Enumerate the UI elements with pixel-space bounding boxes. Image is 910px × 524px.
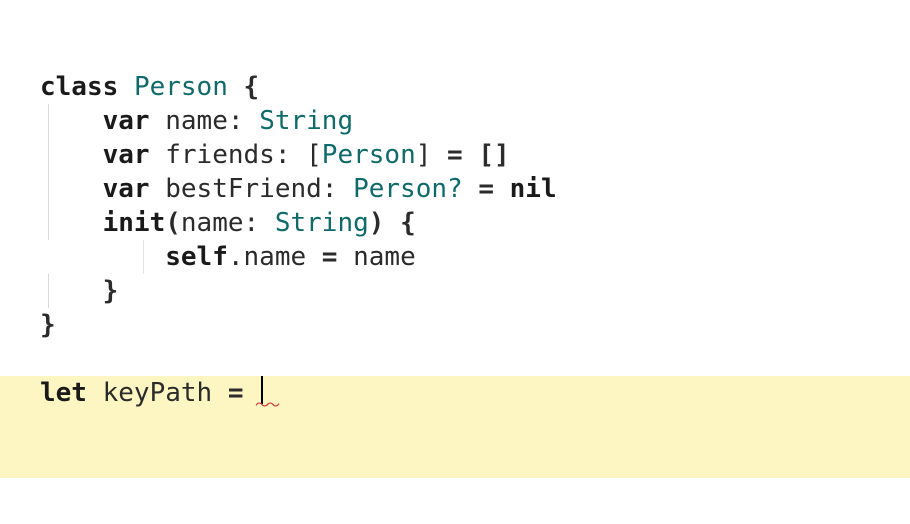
- indent: [40, 140, 103, 170]
- identifier: keyPath: [87, 378, 212, 408]
- keyword-self: self: [165, 242, 228, 272]
- assign: =: [463, 174, 510, 204]
- indent: [40, 174, 103, 204]
- identifier: bestFriend: [150, 174, 322, 204]
- brace-open: {: [228, 72, 259, 102]
- identifier: name: [353, 242, 416, 272]
- keyword-var: var: [103, 106, 150, 136]
- param-name: name: [181, 208, 244, 238]
- member-access: .name: [228, 242, 306, 272]
- current-line-highlight[interactable]: let keyPath = ～～: [0, 376, 910, 478]
- code-line[interactable]: var friends: [Person] = []: [0, 138, 910, 172]
- type-name: String: [275, 208, 369, 238]
- keyword-init: init: [103, 208, 166, 238]
- space: [118, 72, 134, 102]
- identifier: friends: [150, 140, 275, 170]
- code-line[interactable]: let keyPath = ～～: [0, 376, 910, 478]
- bracket-open: [: [306, 140, 322, 170]
- code-line[interactable]: init(name: String) {: [0, 206, 910, 240]
- class-name: Person: [134, 72, 228, 102]
- assign: =: [212, 378, 259, 408]
- type-name: Person: [353, 174, 447, 204]
- keyword-class: class: [40, 72, 118, 102]
- colon: :: [275, 140, 306, 170]
- keyword-let: let: [40, 378, 87, 408]
- code-line[interactable]: }: [0, 308, 910, 342]
- bracket-close: ]: [416, 140, 432, 170]
- keyword-nil: nil: [510, 174, 557, 204]
- optional-mark: ?: [447, 174, 463, 204]
- indent: [40, 242, 165, 272]
- type-name: Person: [322, 140, 416, 170]
- brace-close: }: [103, 276, 119, 306]
- colon: :: [244, 208, 275, 238]
- paren-close-brace-open: ) {: [369, 208, 416, 238]
- code-line[interactable]: self.name = name: [0, 240, 910, 274]
- assign-empty-array: = []: [431, 140, 509, 170]
- colon: :: [228, 106, 259, 136]
- code-line[interactable]: class Person {: [0, 70, 910, 104]
- identifier: name: [150, 106, 228, 136]
- code-line[interactable]: var bestFriend: Person? = nil: [0, 172, 910, 206]
- assign: =: [306, 242, 353, 272]
- error-squiggle-icon: ～～: [255, 402, 277, 410]
- code-editor[interactable]: class Person { var name: String var frie…: [0, 0, 910, 478]
- indent: [40, 208, 103, 238]
- indent: [40, 276, 103, 306]
- keyword-var: var: [103, 174, 150, 204]
- paren-open: (: [165, 208, 181, 238]
- code-line[interactable]: var name: String: [0, 104, 910, 138]
- code-line[interactable]: }: [0, 274, 910, 308]
- type-name: String: [259, 106, 353, 136]
- indent: [40, 106, 103, 136]
- brace-close: }: [40, 310, 56, 340]
- keyword-var: var: [103, 140, 150, 170]
- blank-line[interactable]: [0, 342, 910, 376]
- colon: :: [322, 174, 353, 204]
